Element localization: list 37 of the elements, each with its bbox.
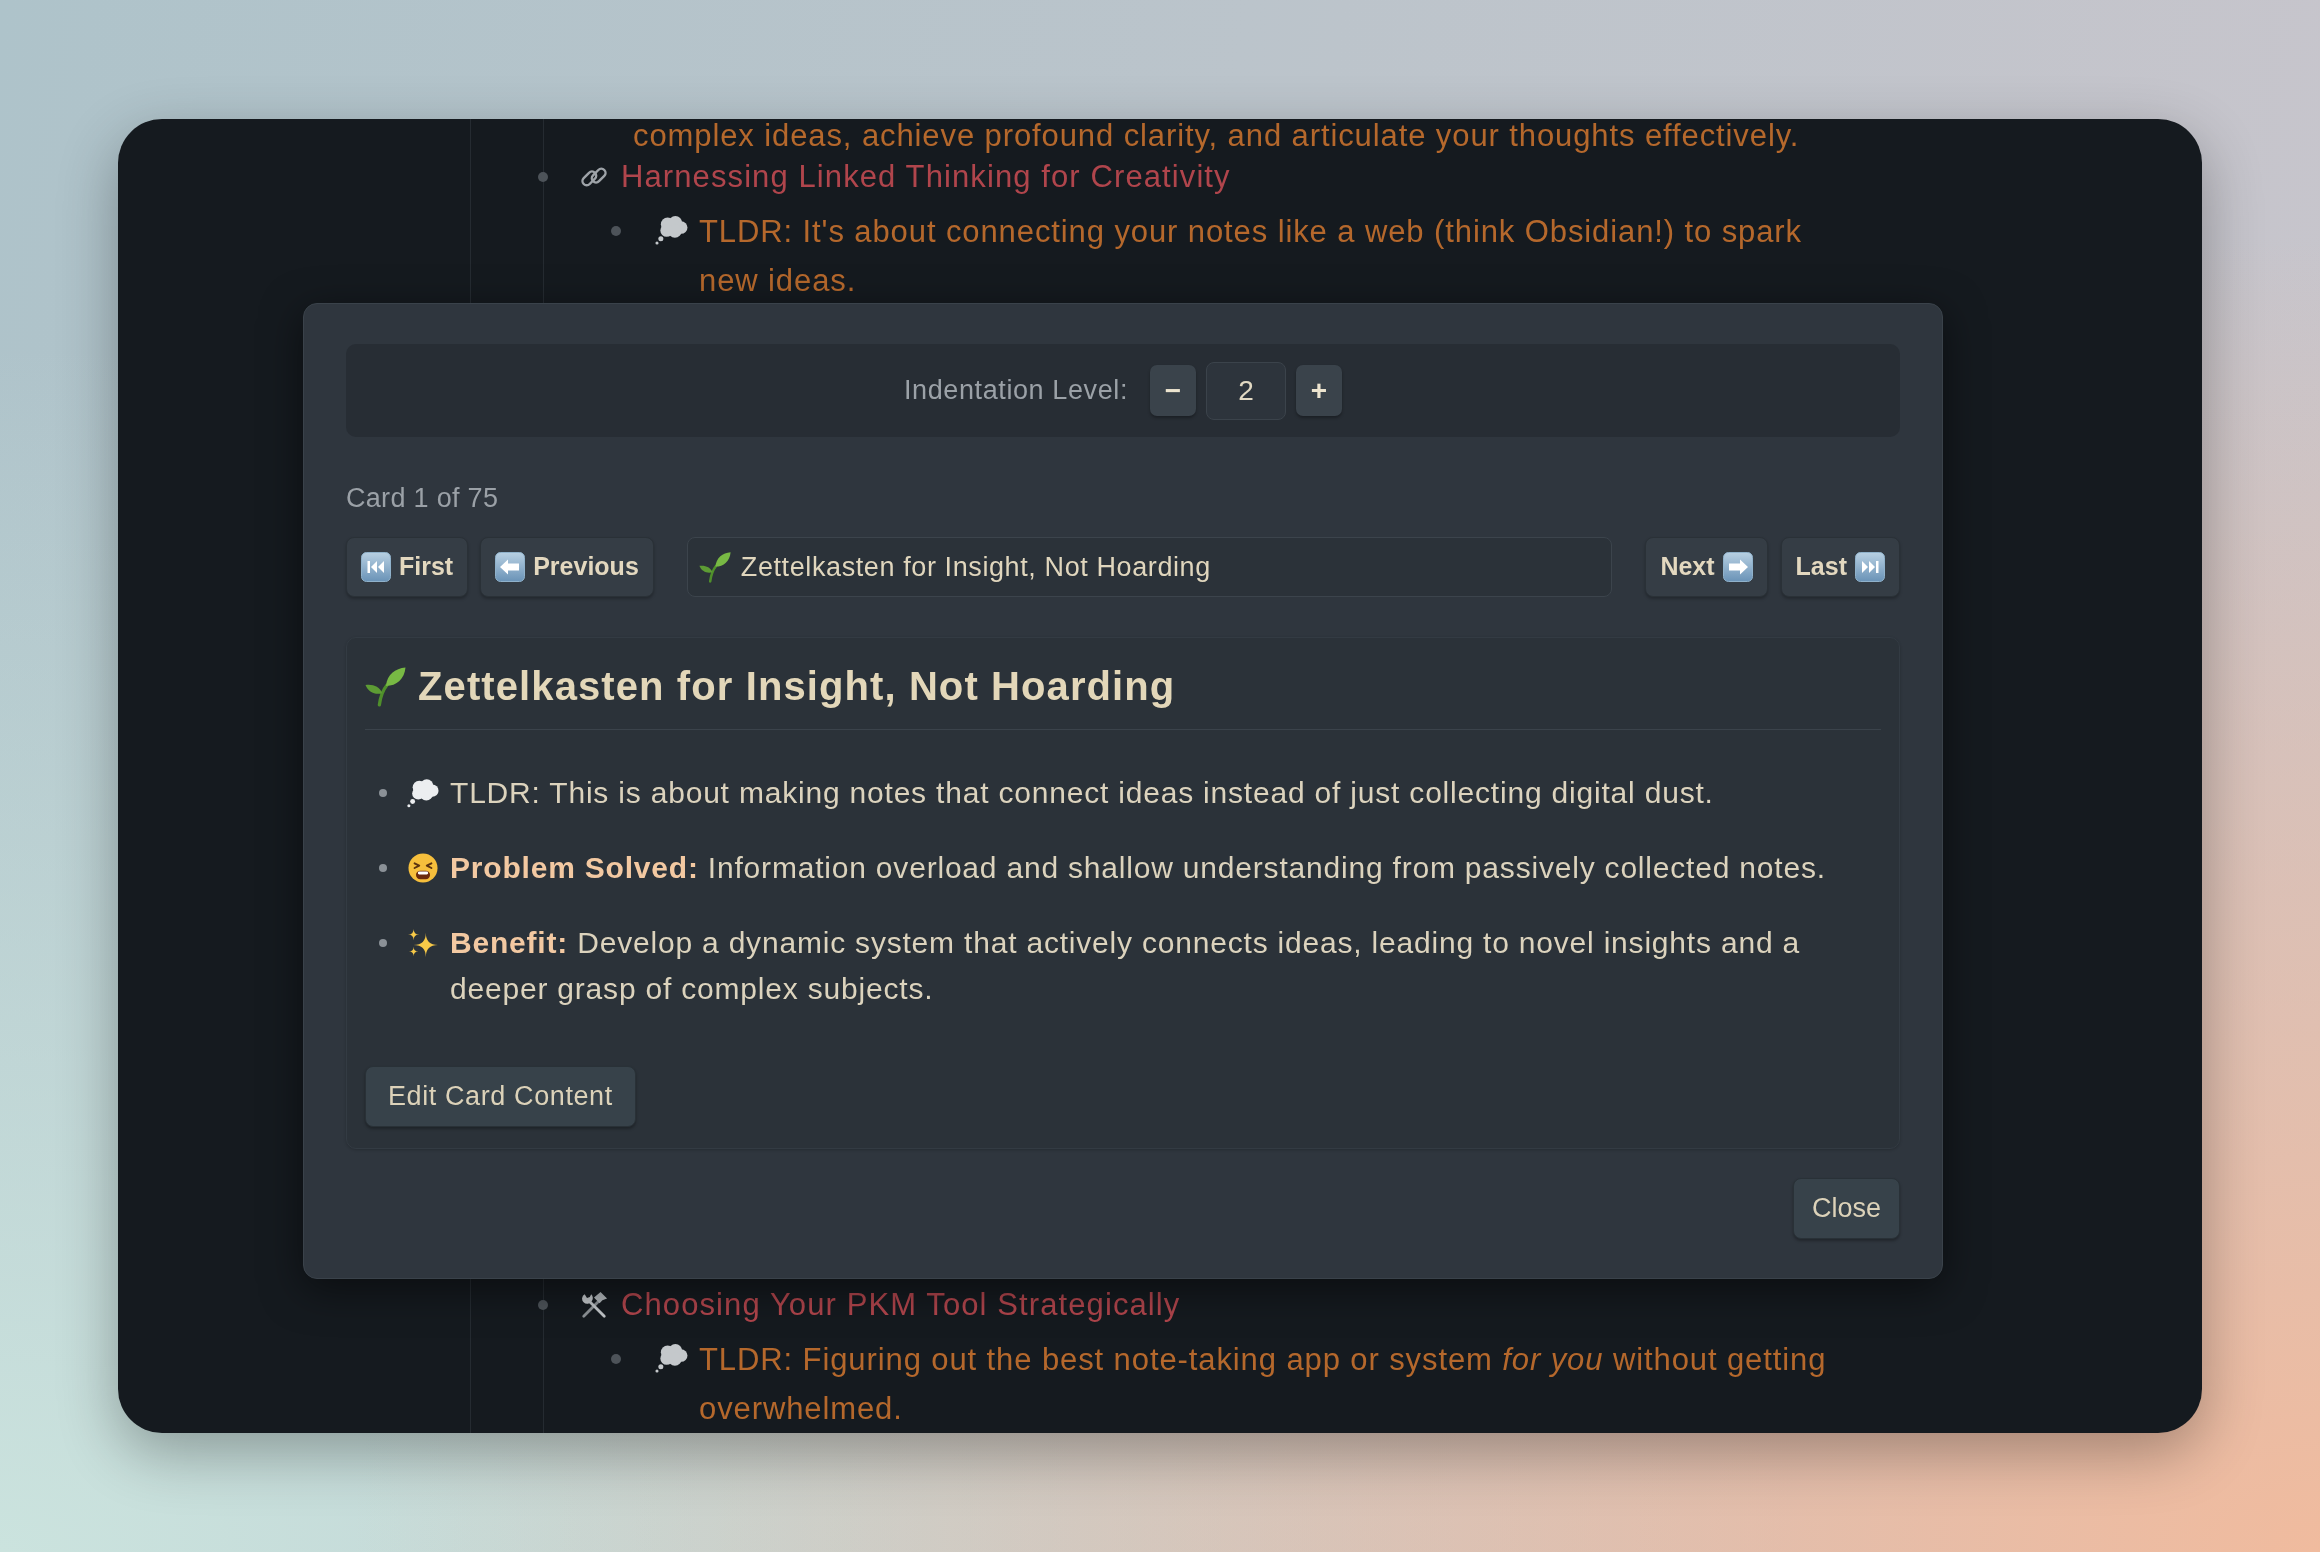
thought-bubble-icon <box>655 215 688 245</box>
bullet-text: TLDR: This is about making notes that connect ideas instead of just collecting digital dust. <box>450 775 1715 811</box>
decrease-button[interactable]: − <box>1150 365 1196 416</box>
indentation-label: Indentation Level: <box>904 374 1128 408</box>
bullet-text: Problem Solved: Information overload and shallow understanding from passively collected notes. <box>450 850 1827 886</box>
edit-card-button[interactable]: Edit Card Content <box>365 1066 636 1127</box>
skip-to-start-icon <box>361 552 391 582</box>
bullet-icon <box>379 939 387 947</box>
card-heading: Zettelkasten for Insight, Not Hoarding <box>418 663 1176 710</box>
increase-button[interactable]: + <box>1296 365 1342 416</box>
hammer-wrench-icon <box>580 1291 608 1319</box>
bullet-icon <box>611 226 621 236</box>
note-text: TLDR: It's about connecting your notes like a web (think Obsidian!) to spark new ideas. <box>699 213 1803 300</box>
bullet-icon <box>538 172 548 182</box>
skip-to-end-icon <box>1855 552 1885 582</box>
outline-heading: Harnessing Linked Thinking for Creativity <box>621 157 1231 196</box>
previous-button[interactable]: Previous <box>480 537 654 597</box>
note-text: TLDR: Figuring out the best note-taking app or system for you without getting overwhelmed. <box>699 1341 1828 1428</box>
indentation-value-field: 2 <box>1206 361 1286 420</box>
card-counter: Card 1 of 75 <box>346 482 499 514</box>
bullet-icon <box>538 1300 548 1310</box>
close-button[interactable]: Close <box>1792 1178 1900 1239</box>
last-button[interactable]: Last <box>1780 537 1900 597</box>
sprout-icon <box>698 551 731 583</box>
first-button[interactable]: First <box>346 537 469 597</box>
sprout-icon <box>365 665 406 707</box>
bullet-icon <box>379 789 387 797</box>
bullet-text: Benefit: Develop a dynamic system that actively connects ideas, leading to novel insights and a deeper grasp of complex subjects. <box>450 925 1801 1007</box>
thought-bubble-icon <box>655 1343 688 1373</box>
thought-bubble-icon <box>407 778 439 808</box>
bullet-icon <box>611 1354 621 1364</box>
note-text: complex ideas, achieve profound clarity, and articulate your thoughts effectively. <box>633 119 1800 153</box>
next-button[interactable]: Next <box>1645 537 1768 597</box>
card-title-field[interactable]: Zettelkasten for Insight, Not Hoarding <box>686 537 1613 597</box>
outline-heading: Choosing Your PKM Tool Strategically <box>621 1285 1181 1324</box>
bullet-icon <box>379 864 387 872</box>
tired-face-icon <box>407 853 439 883</box>
